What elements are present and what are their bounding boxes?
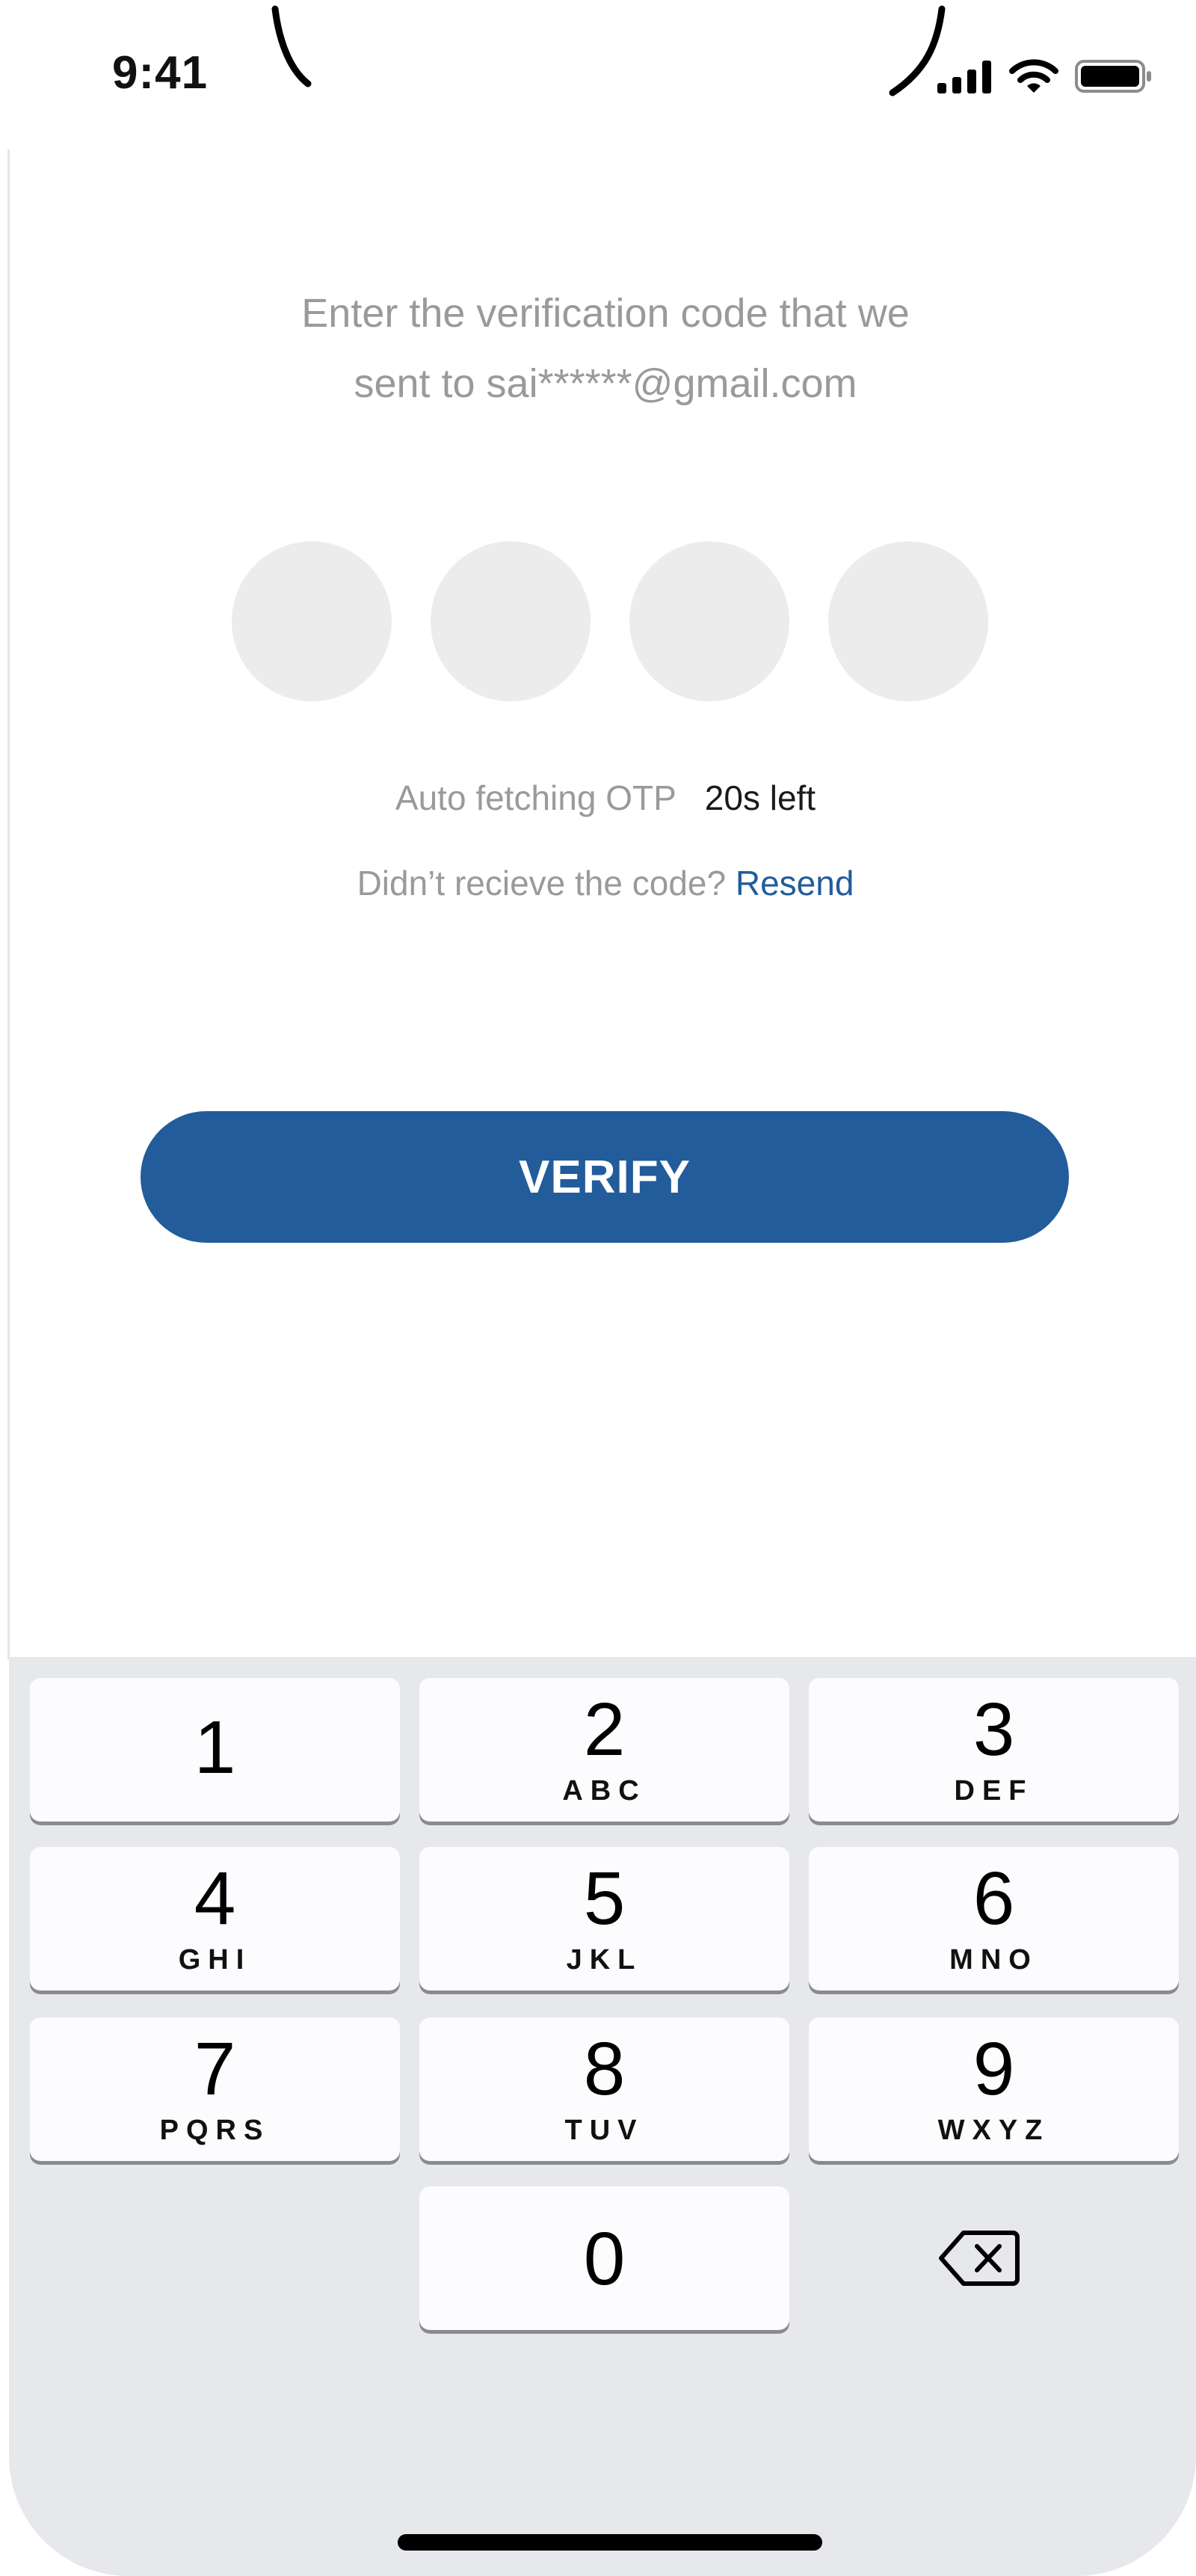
key-digit: 7: [194, 2027, 236, 2111]
status-bar: 9:41: [0, 0, 1196, 150]
key-6[interactable]: 6 MNO: [809, 1847, 1179, 1991]
wifi-icon: [1009, 59, 1058, 93]
key-7[interactable]: 7 PQRS: [30, 2017, 400, 2161]
key-digit: 1: [194, 1706, 236, 1789]
key-letters: GHI: [178, 1944, 252, 1976]
key-letters: WXYZ: [937, 2115, 1050, 2146]
otp-digit-4[interactable]: [828, 541, 988, 701]
otp-digit-1[interactable]: [232, 541, 392, 701]
home-indicator[interactable]: [398, 2534, 822, 2551]
resend-prompt-line: Didn’t recieve the code? Resend: [0, 863, 1196, 903]
key-letters: JKL: [566, 1944, 643, 1976]
instruction-line-2: sent to sai******@gmail.com: [354, 361, 857, 406]
key-3[interactable]: 3 DEF: [809, 1678, 1179, 1822]
key-5[interactable]: 5 JKL: [419, 1847, 789, 1991]
auto-fetch-status: Auto fetching OTP 20s left: [0, 778, 1196, 818]
otp-digit-3[interactable]: [629, 541, 789, 701]
resend-prompt: Didn’t recieve the code?: [357, 864, 727, 903]
verify-button[interactable]: VERIFY: [141, 1111, 1069, 1243]
key-digit: 2: [583, 1688, 626, 1771]
auto-fetch-label: Auto fetching OTP: [395, 778, 676, 817]
key-9[interactable]: 9 WXYZ: [809, 2017, 1179, 2161]
key-digit: 9: [972, 2027, 1015, 2111]
key-letters: MNO: [949, 1944, 1038, 1976]
key-letters: PQRS: [159, 2115, 271, 2146]
otp-digit-2[interactable]: [431, 541, 591, 701]
key-digit: 3: [972, 1688, 1015, 1771]
notch-curve-left-icon: [271, 5, 312, 87]
key-digit: 5: [583, 1857, 626, 1940]
battery-icon: [1075, 60, 1151, 93]
instruction-line-1: Enter the verification code that we: [301, 291, 910, 336]
key-8[interactable]: 8 TUV: [419, 2017, 789, 2161]
resend-link[interactable]: Resend: [736, 864, 854, 903]
otp-countdown-timer: 20s left: [704, 778, 816, 817]
delete-key[interactable]: [794, 2186, 1164, 2330]
key-2[interactable]: 2 ABC: [419, 1678, 789, 1822]
key-4[interactable]: 4 GHI: [30, 1847, 400, 1991]
key-digit: 0: [583, 2217, 626, 2301]
key-letters: DEF: [954, 1775, 1034, 1807]
key-letters: TUV: [564, 2115, 644, 2146]
key-1[interactable]: 1: [30, 1678, 400, 1822]
status-time: 9:41: [112, 47, 209, 99]
key-0[interactable]: 0: [419, 2186, 789, 2330]
status-icons: [937, 58, 1153, 94]
key-digit: 4: [194, 1857, 236, 1940]
key-digit: 8: [583, 2027, 626, 2111]
verification-instruction: Enter the verification code that we sent…: [0, 278, 1196, 419]
backspace-icon: [938, 2231, 1020, 2286]
cellular-signal-icon: [937, 61, 991, 93]
key-digit: 6: [972, 1857, 1015, 1940]
otp-input-group: [232, 541, 988, 701]
key-letters: ABC: [562, 1775, 647, 1807]
phone-screen: 9:41 Enter the verification code that we…: [0, 0, 1196, 2576]
